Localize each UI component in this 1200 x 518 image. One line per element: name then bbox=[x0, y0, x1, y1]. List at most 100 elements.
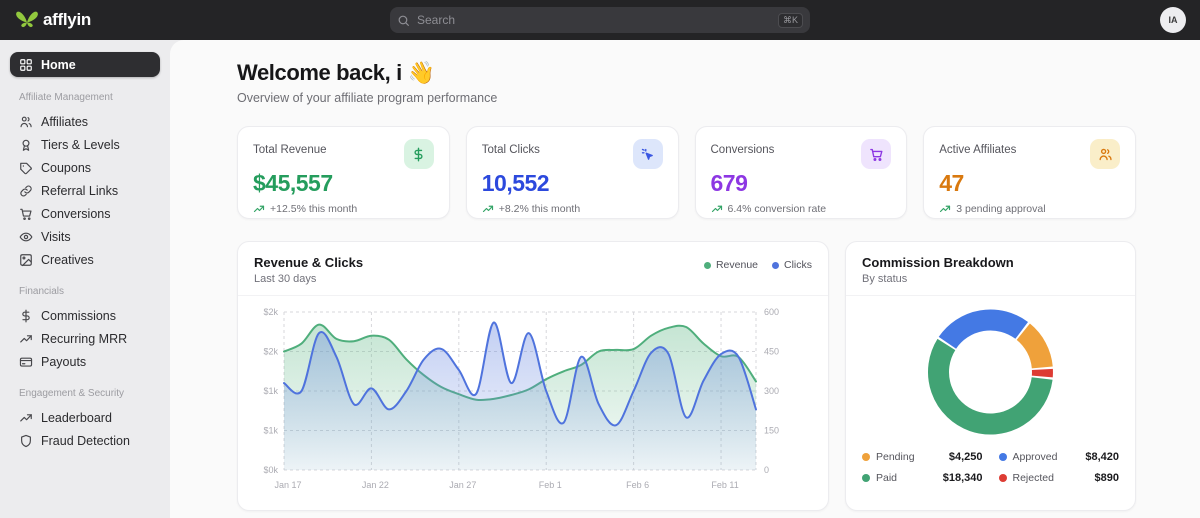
award-icon bbox=[19, 138, 33, 152]
svg-text:Jan 22: Jan 22 bbox=[362, 480, 389, 490]
svg-text:300: 300 bbox=[764, 386, 779, 396]
legend-dot bbox=[862, 474, 870, 482]
user-avatar[interactable]: IA bbox=[1160, 7, 1186, 33]
page-title: Welcome back, i 👋 bbox=[237, 60, 1136, 86]
eye-icon bbox=[19, 230, 33, 244]
stat-trend: 3 pending approval bbox=[939, 203, 1120, 215]
sidebar-item-affiliates[interactable]: Affiliates bbox=[10, 110, 160, 133]
commission-legend-item-pending[interactable]: Pending $4,250 bbox=[862, 451, 983, 463]
legend-dot bbox=[772, 262, 779, 269]
commission-legend-item-paid[interactable]: Paid $18,340 bbox=[862, 472, 983, 484]
svg-text:Feb 11: Feb 11 bbox=[711, 480, 738, 490]
tag-icon bbox=[19, 161, 33, 175]
sidebar-item-label: Conversions bbox=[41, 207, 110, 221]
cart-icon bbox=[869, 147, 884, 162]
legend-dot bbox=[999, 453, 1007, 461]
wallet-icon bbox=[19, 355, 33, 369]
stat-label: Total Clicks bbox=[482, 144, 540, 156]
trend-icon bbox=[939, 203, 951, 215]
image-icon bbox=[19, 253, 33, 267]
svg-text:0: 0 bbox=[764, 465, 769, 475]
main-content: Welcome back, i 👋 Overview of your affil… bbox=[170, 40, 1200, 518]
commission-breakdown-subtitle: By status bbox=[862, 273, 1014, 285]
sidebar-section-header: Engagement & Security bbox=[19, 388, 151, 399]
butterfly-logo-icon bbox=[14, 7, 40, 33]
search-bar[interactable]: ⌘K bbox=[390, 7, 810, 33]
sidebar-item-label: Tiers & Levels bbox=[41, 138, 120, 152]
sidebar-item-tiers-levels[interactable]: Tiers & Levels bbox=[10, 133, 160, 156]
sidebar-item-leaderboard[interactable]: Leaderboard bbox=[10, 406, 160, 429]
svg-text:$1k: $1k bbox=[263, 386, 278, 396]
commission-breakdown-card: Commission Breakdown By status Pending $… bbox=[845, 241, 1136, 511]
trend-icon bbox=[253, 203, 265, 215]
sidebar-item-visits[interactable]: Visits bbox=[10, 225, 160, 248]
shield-icon bbox=[19, 434, 33, 448]
commission-breakdown-title: Commission Breakdown bbox=[862, 255, 1014, 270]
legend-dot bbox=[862, 453, 870, 461]
stat-icon-badge bbox=[404, 139, 434, 169]
trend-icon bbox=[482, 203, 494, 215]
svg-text:$2k: $2k bbox=[263, 347, 278, 357]
revenue-clicks-header: Revenue & Clicks Last 30 days RevenueCli… bbox=[238, 242, 828, 296]
search-icon bbox=[397, 14, 410, 27]
sidebar-item-payouts[interactable]: Payouts bbox=[10, 350, 160, 373]
sidebar-item-label: Visits bbox=[41, 230, 71, 244]
stat-card-total-revenue: Total Revenue $45,557 +12.5% this month bbox=[237, 126, 450, 219]
stat-label: Active Affiliates bbox=[939, 144, 1016, 156]
stat-label: Total Revenue bbox=[253, 144, 327, 156]
topbar: afflyin ⌘K IA bbox=[0, 0, 1200, 40]
sidebar-item-label: Payouts bbox=[41, 355, 86, 369]
legend-dot bbox=[704, 262, 711, 269]
legend-item-clicks[interactable]: Clicks bbox=[772, 259, 812, 271]
page-subtitle: Overview of your affiliate program perfo… bbox=[237, 91, 1136, 105]
revenue-clicks-legend: Revenue Clicks bbox=[704, 259, 812, 271]
sidebar-item-label: Recurring MRR bbox=[41, 332, 127, 346]
revenue-clicks-title: Revenue & Clicks bbox=[254, 255, 363, 270]
stat-icon-badge bbox=[633, 139, 663, 169]
svg-text:150: 150 bbox=[764, 426, 779, 436]
sidebar-item-fraud-detection[interactable]: Fraud Detection bbox=[10, 429, 160, 452]
sidebar-item-label: Affiliates bbox=[41, 115, 88, 129]
commission-legend: Pending $4,250 Approved $8,420 Paid $18,… bbox=[846, 449, 1135, 496]
revenue-clicks-plot: $2k600$2k450$1k300$1k150$0k0Jan 17Jan 22… bbox=[238, 296, 828, 513]
stat-icon-badge bbox=[861, 139, 891, 169]
commission-donut-area: Pending $4,250 Approved $8,420 Paid $18,… bbox=[846, 296, 1135, 496]
stat-trend: +8.2% this month bbox=[482, 203, 663, 215]
trend-icon bbox=[711, 203, 723, 215]
sidebar-item-label: Home bbox=[41, 58, 76, 72]
sidebar-item-coupons[interactable]: Coupons bbox=[10, 156, 160, 179]
commission-legend-item-approved[interactable]: Approved $8,420 bbox=[999, 451, 1120, 463]
stat-trend: 6.4% conversion rate bbox=[711, 203, 892, 215]
cursor-icon bbox=[640, 147, 655, 162]
svg-text:Feb 1: Feb 1 bbox=[539, 480, 562, 490]
brand[interactable]: afflyin bbox=[14, 7, 91, 33]
sidebar-item-referral-links[interactable]: Referral Links bbox=[10, 179, 160, 202]
commission-legend-item-rejected[interactable]: Rejected $890 bbox=[999, 472, 1120, 484]
stat-cards-row: Total Revenue $45,557 +12.5% this month … bbox=[237, 126, 1136, 219]
stat-value: $45,557 bbox=[253, 170, 434, 197]
revenue-clicks-card: Revenue & Clicks Last 30 days RevenueCli… bbox=[237, 241, 829, 511]
svg-text:$2k: $2k bbox=[263, 307, 278, 317]
dollar-icon bbox=[411, 147, 426, 162]
svg-text:450: 450 bbox=[764, 347, 779, 357]
stat-trend: +12.5% this month bbox=[253, 203, 434, 215]
legend-dot bbox=[999, 474, 1007, 482]
brand-name: afflyin bbox=[43, 10, 91, 30]
search-input[interactable] bbox=[417, 13, 771, 27]
sidebar-item-recurring-mrr[interactable]: Recurring MRR bbox=[10, 327, 160, 350]
sidebar-item-home[interactable]: Home bbox=[10, 52, 160, 77]
shortcut-badge: ⌘K bbox=[778, 13, 803, 28]
stat-card-conversions: Conversions 679 6.4% conversion rate bbox=[695, 126, 908, 219]
stat-icon-badge bbox=[1090, 139, 1120, 169]
stat-label: Conversions bbox=[711, 144, 775, 156]
sidebar-item-creatives[interactable]: Creatives bbox=[10, 248, 160, 271]
svg-text:600: 600 bbox=[764, 307, 779, 317]
stat-value: 10,552 bbox=[482, 170, 663, 197]
trend-icon bbox=[19, 411, 33, 425]
sidebar-item-commissions[interactable]: Commissions bbox=[10, 304, 160, 327]
stat-card-total-clicks: Total Clicks 10,552 +8.2% this month bbox=[466, 126, 679, 219]
welcome-header: Welcome back, i 👋 Overview of your affil… bbox=[237, 60, 1136, 105]
sidebar-item-conversions[interactable]: Conversions bbox=[10, 202, 160, 225]
legend-item-revenue[interactable]: Revenue bbox=[704, 259, 758, 271]
sidebar-item-label: Leaderboard bbox=[41, 411, 112, 425]
